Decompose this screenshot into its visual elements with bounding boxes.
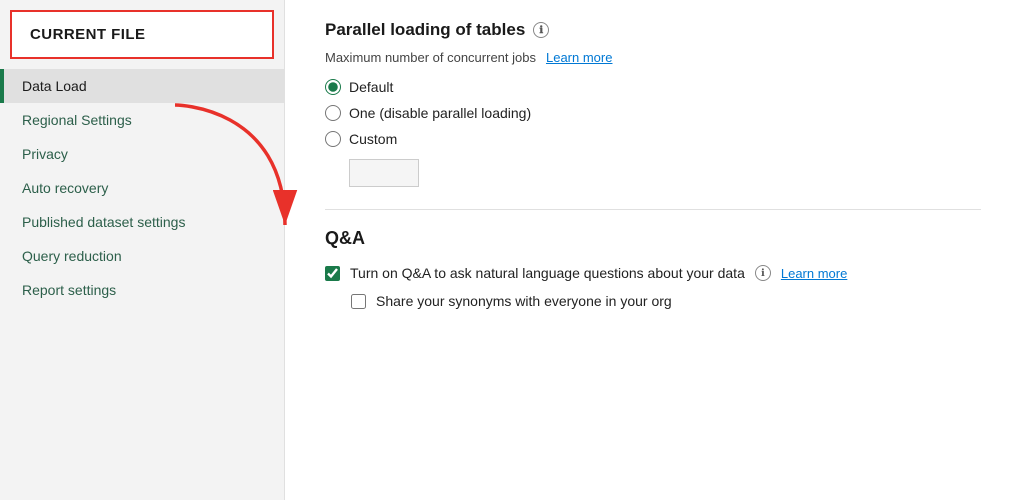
section-divider — [325, 209, 981, 210]
learn-more-parallel-link[interactable]: Learn more — [546, 50, 612, 65]
qa-info-icon[interactable]: ℹ — [755, 265, 771, 281]
radio-default-option[interactable]: Default — [325, 79, 981, 95]
parallel-loading-title-text: Parallel loading of tables — [325, 20, 525, 40]
radio-one-input[interactable] — [325, 105, 341, 121]
sidebar: CURRENT FILE Data Load Regional Settings… — [0, 0, 285, 500]
sidebar-nav: Data Load Regional Settings Privacy Auto… — [0, 65, 284, 311]
qa-checkbox-label: Turn on Q&A to ask natural language ques… — [350, 265, 745, 281]
radio-one-option[interactable]: One (disable parallel loading) — [325, 105, 981, 121]
sidebar-item-query-reduction-label: Query reduction — [22, 248, 122, 264]
sidebar-item-report-settings-label: Report settings — [22, 282, 116, 298]
sidebar-item-published-dataset-settings[interactable]: Published dataset settings — [0, 205, 284, 239]
sidebar-item-auto-recovery-label: Auto recovery — [22, 180, 108, 196]
sidebar-item-data-load[interactable]: Data Load — [0, 69, 284, 103]
radio-custom-label: Custom — [349, 131, 397, 147]
synonyms-checkbox-label: Share your synonyms with everyone in you… — [376, 293, 672, 309]
sidebar-header-text: CURRENT FILE — [30, 26, 145, 43]
sidebar-item-data-load-label: Data Load — [22, 78, 87, 94]
synonyms-checkbox-row: Share your synonyms with everyone in you… — [351, 293, 981, 309]
qa-checkbox-row: Turn on Q&A to ask natural language ques… — [325, 265, 981, 281]
main-content: Parallel loading of tables ℹ Maximum num… — [285, 0, 1021, 500]
radio-default-label: Default — [349, 79, 393, 95]
sidebar-item-privacy-label: Privacy — [22, 146, 68, 162]
qa-section: Q&A Turn on Q&A to ask natural language … — [325, 228, 981, 309]
max-concurrent-label: Maximum number of concurrent jobs — [325, 50, 536, 65]
sidebar-header: CURRENT FILE — [10, 10, 274, 59]
synonyms-checkbox-input[interactable] — [351, 294, 366, 309]
custom-jobs-input[interactable] — [349, 159, 419, 187]
parallel-loading-info-icon[interactable]: ℹ — [533, 22, 549, 38]
sidebar-item-query-reduction[interactable]: Query reduction — [0, 239, 284, 273]
learn-more-qa-link[interactable]: Learn more — [781, 266, 847, 281]
radio-one-label: One (disable parallel loading) — [349, 105, 531, 121]
sidebar-item-regional-settings-label: Regional Settings — [22, 112, 132, 128]
qa-checkbox-input[interactable] — [325, 266, 340, 281]
radio-custom-option[interactable]: Custom — [325, 131, 981, 147]
parallel-loading-title: Parallel loading of tables ℹ — [325, 20, 981, 40]
sidebar-item-privacy[interactable]: Privacy — [0, 137, 284, 171]
parallel-loading-radio-group: Default One (disable parallel loading) C… — [325, 79, 981, 187]
max-concurrent-row: Maximum number of concurrent jobs Learn … — [325, 50, 981, 65]
sidebar-item-regional-settings[interactable]: Regional Settings — [0, 103, 284, 137]
sidebar-item-report-settings[interactable]: Report settings — [0, 273, 284, 307]
qa-title: Q&A — [325, 228, 981, 249]
sidebar-item-auto-recovery[interactable]: Auto recovery — [0, 171, 284, 205]
radio-custom-input[interactable] — [325, 131, 341, 147]
sidebar-item-published-dataset-settings-label: Published dataset settings — [22, 214, 185, 230]
radio-default-input[interactable] — [325, 79, 341, 95]
